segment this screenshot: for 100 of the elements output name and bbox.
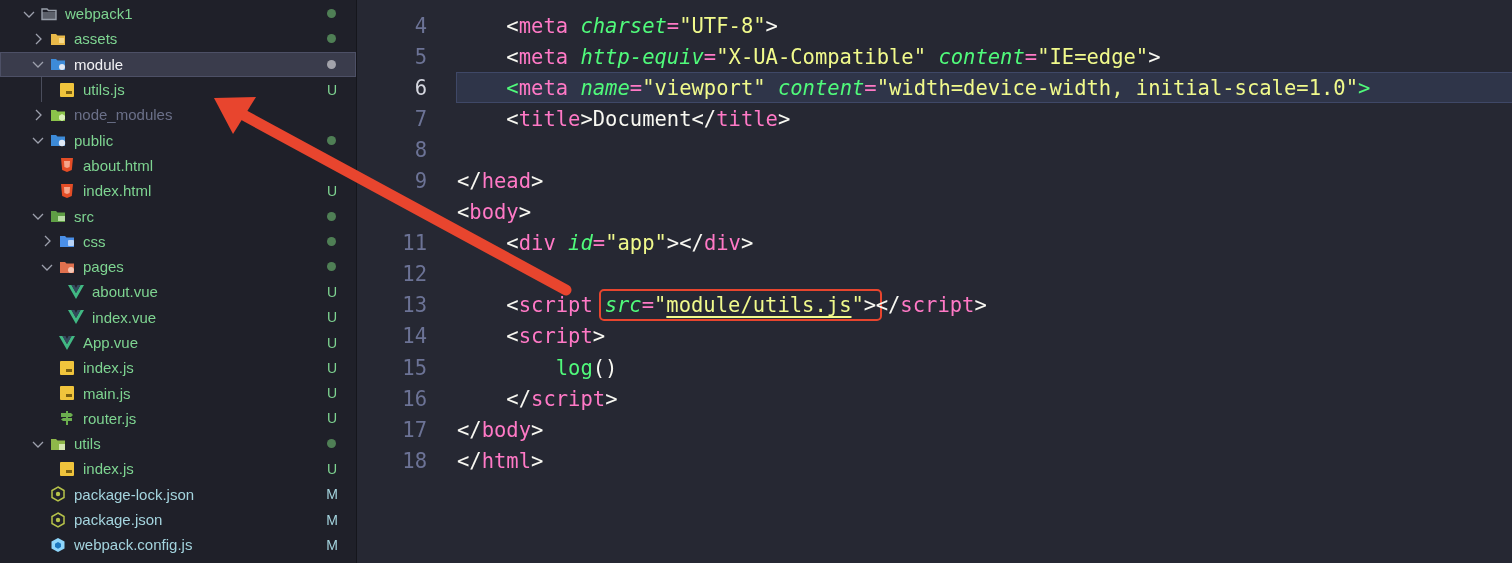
git-status: M [325, 536, 339, 553]
line-number: 12 [401, 262, 427, 287]
folder-icon [50, 208, 66, 224]
file-name: package.json [74, 511, 163, 529]
code-text: <title>Document</title> [505, 106, 791, 131]
git-status: U [325, 461, 339, 477]
shield-icon [59, 182, 75, 199]
line-number: 18 [401, 448, 427, 473]
folder-item[interactable]: assets [0, 26, 356, 52]
folder-item[interactable]: module [0, 51, 356, 77]
file-name: about.vue [92, 283, 158, 301]
git-status: M [325, 511, 339, 528]
git-status: U [325, 334, 339, 351]
file-name: about.html [83, 156, 154, 174]
file-item[interactable]: about.html [0, 152, 356, 179]
line-number: 7 [413, 106, 427, 131]
file-item[interactable]: webpack.config.js M [0, 532, 356, 558]
file-name: utils.js [83, 81, 125, 99]
file-name: package-lock.json [74, 485, 195, 503]
line-number: 8 [413, 137, 427, 162]
file-name: css [83, 232, 106, 250]
code-text: <script [505, 293, 594, 318]
v-icon [59, 334, 75, 351]
file-icon [59, 81, 75, 98]
file-name: utils [74, 435, 101, 453]
folder-item[interactable]: css [0, 228, 356, 254]
file-icon [59, 385, 75, 402]
folder-item[interactable]: pages [0, 253, 356, 280]
file-icon [59, 461, 75, 477]
line-number: 17 [401, 417, 427, 442]
v-icon [68, 283, 84, 300]
line-number: 14 [401, 324, 427, 349]
git-status: U [325, 385, 339, 402]
file-item[interactable]: index.js U [0, 456, 356, 482]
line-number: 15 [401, 355, 427, 380]
file-icon [59, 359, 75, 376]
file-name: router.js [83, 409, 137, 427]
code-text: <meta name="viewport" content="width=device-width, initial-scale=1.0"> [505, 75, 1371, 100]
file-item[interactable]: router.js U [0, 405, 356, 432]
file-name: node_modules [74, 106, 173, 124]
hexagon-icon [50, 511, 66, 528]
folder-icon [41, 5, 57, 22]
folder-item[interactable]: src [0, 203, 356, 229]
code-text: </html> [457, 448, 544, 473]
code-text: <meta http-equiv="X-UA-Compatible" content="IE=edge"> [505, 44, 1161, 69]
file-name: webpack.config.js [74, 536, 193, 554]
git-status: U [325, 182, 339, 199]
file-item[interactable]: App.vue U [0, 329, 356, 356]
git-status: U [325, 283, 339, 300]
file-name: src [74, 207, 94, 225]
code-text: <body> [457, 200, 532, 225]
code-text: log() [554, 355, 618, 380]
code-text: </head> [457, 169, 544, 193]
file-name: main.js [83, 384, 131, 402]
file-name: index.html [83, 182, 152, 200]
file-name: webpack1 [65, 5, 133, 23]
line-number: 9 [413, 169, 427, 193]
file-item[interactable]: utils.js U [0, 76, 356, 103]
git-status: U [325, 359, 339, 376]
line-number: 6 [413, 75, 427, 100]
file-item[interactable]: main.js U [0, 380, 356, 406]
file-name: module [74, 55, 124, 73]
line-number: 16 [401, 386, 427, 411]
file-name: index.vue [92, 308, 157, 326]
folder-item[interactable]: webpack1 [0, 1, 356, 27]
file-name: public [74, 131, 114, 149]
line-number: 13 [401, 293, 427, 318]
file-name: App.vue [83, 334, 139, 351]
file-name: assets [74, 30, 118, 48]
file-name: pages [83, 258, 124, 276]
git-status: U [325, 309, 339, 326]
hexagon-icon [50, 486, 66, 503]
git-status: U [325, 81, 339, 98]
code-text: </script> [505, 386, 618, 411]
line-number: 5 [413, 44, 427, 69]
folder-icon [50, 56, 66, 73]
git-status: M [325, 486, 339, 503]
cube-icon [50, 536, 66, 553]
folder-item[interactable]: public [0, 127, 356, 153]
line-number: 4 [413, 13, 427, 38]
git-status: U [325, 410, 339, 427]
folder-icon [59, 233, 75, 250]
file-name: index.js [83, 359, 134, 377]
code-text: <meta charset="UTF-8"> [505, 13, 778, 38]
v-icon [68, 309, 84, 326]
file-item[interactable]: index.html U [0, 178, 356, 204]
file-item[interactable]: package-lock.json M [0, 481, 356, 507]
signpost-icon [59, 410, 75, 427]
code-text: <div id="app"></div> [505, 231, 754, 256]
folder-item[interactable]: utils [0, 431, 356, 457]
file-item[interactable]: about.vue U [0, 279, 356, 305]
folder-icon [50, 132, 66, 149]
code-text: <script> [505, 324, 606, 349]
file-item[interactable]: index.vue U [0, 304, 356, 330]
file-item[interactable]: package.json M [0, 506, 356, 533]
file-item[interactable]: index.js U [0, 355, 356, 381]
code-text: </body> [457, 417, 544, 442]
file-name: index.js [83, 460, 134, 478]
shield-icon [59, 157, 75, 174]
line-number: 11 [401, 231, 427, 256]
